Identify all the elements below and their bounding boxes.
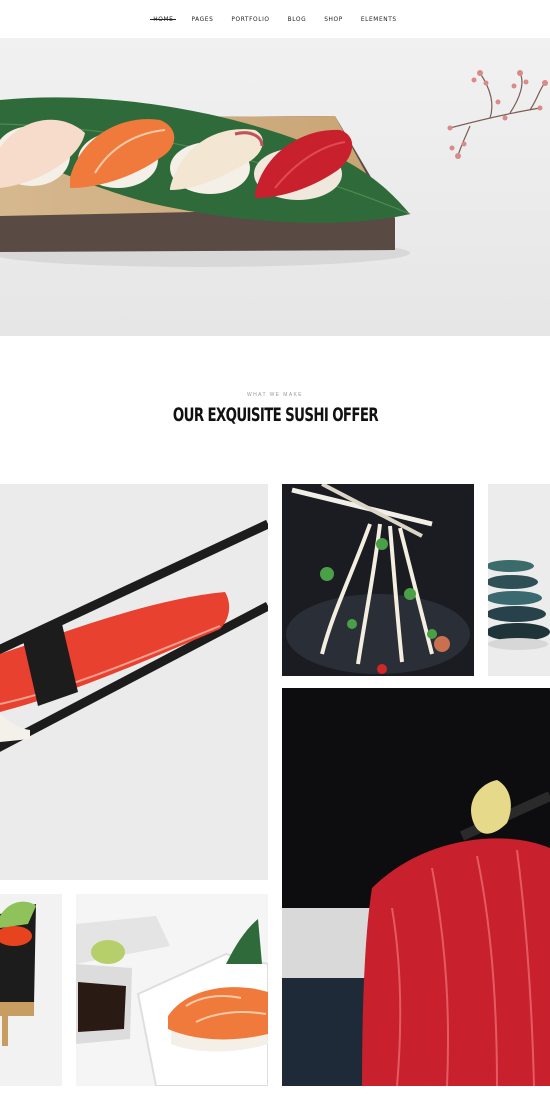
sushi-board-illustration [0, 38, 550, 336]
gallery-tile-chopsticks-roll[interactable] [0, 484, 268, 880]
gallery-tile-noodles[interactable] [282, 484, 474, 676]
noodles-image [282, 484, 474, 676]
gallery-tile-hand-roll[interactable] [0, 894, 62, 1086]
nav-portfolio[interactable]: Portfolio [231, 15, 269, 23]
section-title: Our exquisite sushi offer [172, 404, 378, 426]
nav-blog[interactable]: Blog [288, 15, 307, 23]
hero-image [0, 38, 550, 336]
nav-elements[interactable]: Elements [361, 15, 397, 23]
section-heading: What we make Our exquisite sushi offer [0, 392, 550, 426]
plates-image [488, 484, 550, 676]
nav-shop[interactable]: Shop [324, 15, 343, 23]
section-eyebrow: What we make [246, 392, 304, 398]
chopsticks-roll-image [0, 484, 268, 880]
nav-pages[interactable]: Pages [191, 15, 213, 23]
main-nav: Home Pages Portfolio Blog Shop Elements [0, 0, 550, 38]
gallery-tile-salmon-nigiri[interactable] [76, 894, 268, 1086]
tuna-wasabi-image [282, 688, 550, 1086]
salmon-nigiri-image [76, 894, 268, 1086]
gallery-tile-plates[interactable] [488, 484, 550, 676]
nav-home[interactable]: Home [150, 15, 177, 23]
gallery-tile-tuna-wasabi[interactable] [282, 688, 550, 1086]
hand-roll-image [0, 894, 62, 1086]
